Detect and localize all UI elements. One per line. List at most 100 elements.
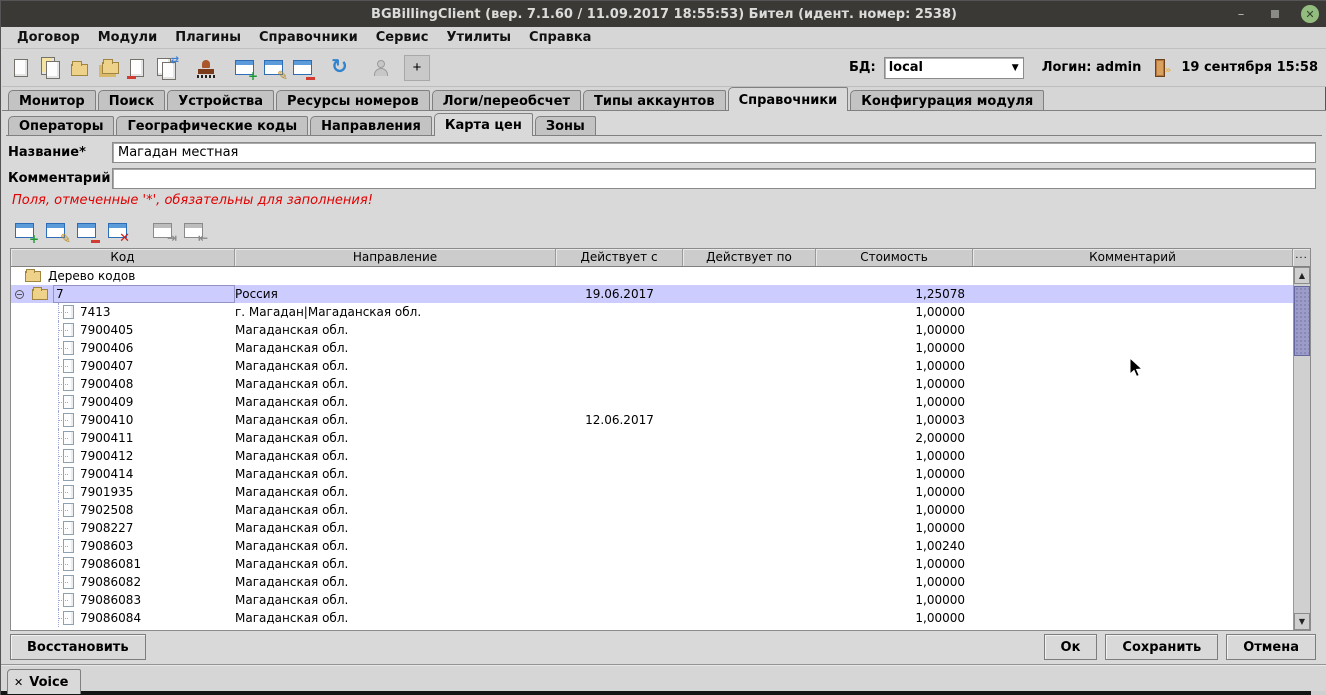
table-row[interactable]: 79086082Магаданская обл.1,00000 [11,573,1293,591]
column-header[interactable]: Направление [235,249,556,266]
add-tab-button[interactable]: + [404,55,430,81]
code-value: 7900406 [80,339,133,357]
table-row[interactable]: 79086083Магаданская обл.1,00000 [11,591,1293,609]
cost-cell: 1,00000 [816,555,973,573]
table-row[interactable]: 79086081Магаданская обл.1,00000 [11,555,1293,573]
folder-icon[interactable] [68,56,92,80]
sub-tab[interactable]: Карта цен [434,113,533,136]
folders-icon[interactable] [97,56,121,80]
table-row[interactable]: 7900412Магаданская обл.1,00000 [11,447,1293,465]
menu-item[interactable]: Утилиты [437,28,520,47]
table-row[interactable]: 7Россия19.06.20171,25078 [11,285,1293,303]
table-row[interactable]: 7413г. Магадан|Магаданская обл.1,00000 [11,303,1293,321]
comment-input[interactable] [112,168,1316,189]
direction-cell: Магаданская обл. [235,447,556,465]
close-tab-icon[interactable]: ✕ [14,676,23,689]
table-row[interactable]: 7908603Магаданская обл.1,00240 [11,537,1293,555]
main-tab[interactable]: Монитор [8,90,96,111]
table-row[interactable]: 7900406Магаданская обл.1,00000 [11,339,1293,357]
copy-document-icon[interactable]: ⇄ [155,56,179,80]
edit-row-icon[interactable]: ✎ [43,219,69,243]
stamp-icon[interactable] [194,56,218,80]
table-row[interactable]: 7902508Магаданская обл.1,00000 [11,501,1293,519]
valid-from-cell [556,483,683,501]
open-document-icon[interactable] [39,56,63,80]
cost-cell: 1,00000 [816,573,973,591]
refresh-icon[interactable]: ↻ [330,56,354,80]
remove-window-icon[interactable] [291,56,315,80]
logout-door-icon[interactable]: » [1153,59,1169,77]
column-selector-button[interactable]: ... [1293,249,1310,266]
code-cell: 7900414 [11,465,235,483]
table-row[interactable]: 7900407Магаданская обл.1,00000 [11,357,1293,375]
delete-row-icon[interactable]: ✕ [105,219,131,243]
main-tab[interactable]: Ресурсы номеров [276,90,430,111]
code-cell: 7413 [11,303,235,321]
menu-item[interactable]: Модули [89,28,166,47]
comment-cell [973,465,1293,483]
close-button[interactable]: ✕ [1301,5,1319,23]
tree-root-row[interactable]: Дерево кодов [11,267,1293,285]
menu-item[interactable]: Плагины [166,28,250,47]
minimize-button[interactable]: – [1233,7,1249,22]
table-row[interactable]: 7900414Магаданская обл.1,00000 [11,465,1293,483]
vertical-scrollbar[interactable]: ▲ ▼ [1293,267,1310,630]
direction-cell: Магаданская обл. [235,357,556,375]
column-header[interactable]: Стоимость [816,249,973,266]
menu-item[interactable]: Договор [8,28,89,47]
name-input[interactable] [112,142,1316,163]
column-header[interactable]: Комментарий [973,249,1293,266]
main-tab[interactable]: Типы аккаунтов [583,90,726,111]
add-row-icon[interactable]: + [12,219,38,243]
valid-to-cell [683,339,816,357]
main-tab[interactable]: Логи/переобсчет [432,90,581,111]
cancel-button[interactable]: Отмена [1226,634,1316,660]
tree-expand-handle-icon[interactable] [15,290,24,299]
table-row[interactable]: 7900409Магаданская обл.1,00000 [11,393,1293,411]
table-row[interactable]: 7900410Магаданская обл.12.06.20171,00003 [11,411,1293,429]
table-row[interactable]: 79086084Магаданская обл.1,00000 [11,609,1293,627]
sub-tab[interactable]: Зоны [535,116,596,136]
comment-cell [973,393,1293,411]
save-button[interactable]: Сохранить [1105,634,1218,660]
main-tab[interactable]: Конфигурация модуля [850,90,1044,111]
ok-button[interactable]: Ок [1044,634,1098,660]
restore-button[interactable] [1267,7,1283,22]
user-icon[interactable] [369,56,393,80]
menu-item[interactable]: Сервис [367,28,438,47]
menu-bar: ДоговорМодулиПлагиныСправочникиСервисУти… [2,27,1326,49]
db-select[interactable]: local ▼ [884,57,1024,79]
column-header[interactable]: Действует по [683,249,816,266]
comment-cell [973,573,1293,591]
bottom-strip [1,691,1311,695]
valid-to-cell [683,555,816,573]
direction-cell: Магаданская обл. [235,537,556,555]
menu-item[interactable]: Справочники [250,28,367,47]
table-row[interactable]: 7900408Магаданская обл.1,00000 [11,375,1293,393]
add-window-icon[interactable]: + [233,56,257,80]
scrollbar-thumb[interactable] [1294,286,1310,356]
table-row[interactable]: 7900411Магаданская обл.2,00000 [11,429,1293,447]
valid-from-cell: 12.06.2017 [556,411,683,429]
menu-item[interactable]: Справка [520,28,600,47]
table-row[interactable]: 7901935Магаданская обл.1,00000 [11,483,1293,501]
code-value: 7900411 [80,429,133,447]
table-row[interactable]: 7900405Магаданская обл.1,00000 [11,321,1293,339]
main-tab[interactable]: Справочники [728,87,849,111]
remove-document-icon[interactable] [126,56,150,80]
sub-tab[interactable]: Географические коды [116,116,308,136]
restore-data-button[interactable]: Восстановить [10,634,146,660]
table-row[interactable]: 7908227Магаданская обл.1,00000 [11,519,1293,537]
scroll-down-button[interactable]: ▼ [1294,613,1310,630]
remove-row-icon[interactable] [74,219,100,243]
edit-window-icon[interactable]: ✎ [262,56,286,80]
new-document-icon[interactable] [10,56,34,80]
column-header[interactable]: Действует с [556,249,683,266]
scroll-up-button[interactable]: ▲ [1294,267,1310,284]
main-tab[interactable]: Устройства [167,90,274,111]
sub-tab[interactable]: Операторы [8,116,114,136]
sub-tab[interactable]: Направления [310,116,432,136]
main-tab[interactable]: Поиск [98,90,165,111]
tab-voice[interactable]: ✕ Voice [7,669,81,694]
column-header[interactable]: Код [11,249,235,266]
